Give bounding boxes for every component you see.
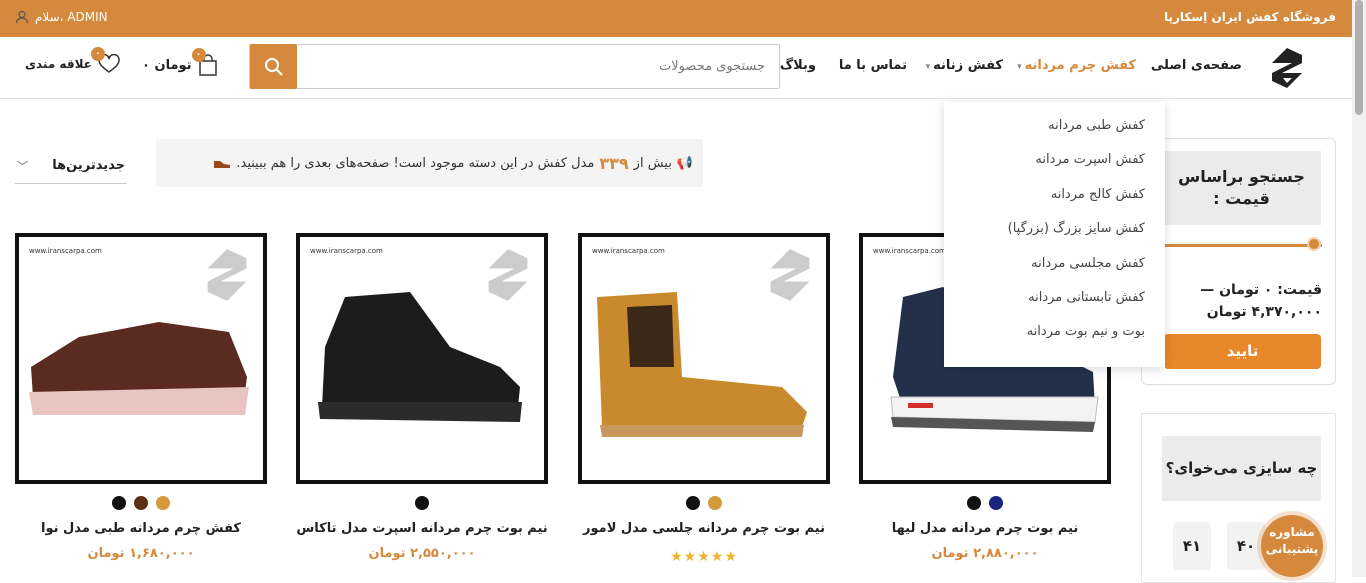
user-icon: [15, 10, 29, 24]
support-line1: مشاوره: [1269, 525, 1315, 539]
color-swatches: [578, 496, 830, 510]
support-chat-button[interactable]: مشاوره پشتیبانی: [1261, 515, 1323, 577]
store-name: فروشگاه کفش ایران اِسکارپا: [1163, 10, 1336, 24]
wishlist-label: علاقه مندی: [25, 57, 92, 71]
size-option[interactable]: ۴۰: [1227, 522, 1265, 570]
product-price: ۱,۶۸۰,۰۰۰ تومان: [87, 546, 195, 561]
logo-watermark-icon: [207, 249, 247, 301]
color-swatch[interactable]: [415, 496, 429, 510]
color-swatch[interactable]: [989, 496, 1003, 510]
logo-icon[interactable]: [1270, 47, 1304, 89]
rating-stars: ★★★★★: [670, 549, 738, 565]
cart-count-badge: ۰: [191, 48, 206, 62]
product-name[interactable]: نیم بوت چرم مردانه اسپرت مدل تاکاس: [296, 521, 548, 536]
price-range-line2: ۴,۳۷۰,۰۰۰ تومان: [1206, 304, 1322, 321]
nav-home[interactable]: صفحه‌ی اصلی: [1151, 58, 1242, 73]
product-price: ۲,۵۵۰,۰۰۰ تومان: [368, 546, 476, 561]
nav-men-leather-label: کفش چرم مردانه: [1024, 58, 1136, 73]
color-swatches: [15, 496, 267, 510]
wishlist-count-badge: ۰: [90, 47, 105, 61]
nav-women-label: کفش زنانه: [933, 58, 1003, 73]
chevron-down-icon: ▾: [1017, 62, 1022, 72]
notice-prefix: بیش از: [633, 155, 672, 171]
support-line2: پشتیبانی: [1265, 541, 1319, 556]
top-bar: فروشگاه کفش ایران اِسکارپا سلام، ADMIN: [0, 0, 1366, 37]
color-swatch[interactable]: [134, 496, 148, 510]
search-input[interactable]: [325, 45, 765, 88]
scrollbar-thumb[interactable]: [1355, 0, 1363, 115]
shoe-icon: [214, 161, 231, 168]
color-swatch[interactable]: [708, 496, 722, 510]
product-name[interactable]: کفش چرم مردانه طبی مدل نوا: [15, 521, 267, 536]
size-filter-title: چه سایزی می‌خوای؟: [1162, 436, 1321, 501]
price-slider-track[interactable]: [1162, 244, 1322, 247]
product-name[interactable]: نیم بوت چرم مردانه مدل لیها: [859, 521, 1111, 536]
product-price: ۲,۸۸۰,۰۰۰ تومان: [931, 546, 1039, 561]
dropdown-item[interactable]: کفش مجلسی مردانه: [944, 256, 1165, 290]
product-image[interactable]: www.iranscarpa.com: [578, 233, 830, 484]
nav-men-leather[interactable]: ▾ کفش چرم مردانه: [1017, 58, 1136, 73]
watermark-text: www.iranscarpa.com: [29, 247, 102, 255]
size-option[interactable]: ۴۱: [1173, 522, 1211, 570]
nav-women[interactable]: ▾ کفش زنانه: [926, 58, 1003, 73]
men-leather-dropdown: کفش طبی مردانه کفش اسپرت مردانه کفش کالج…: [944, 102, 1165, 367]
dropdown-item[interactable]: کفش سایز بزرگ (بزرگپا): [944, 221, 1165, 255]
color-swatches: [859, 496, 1111, 510]
color-swatch[interactable]: [686, 496, 700, 510]
watermark-text: www.iranscarpa.com: [592, 247, 665, 255]
category-notice: 📢 بیش از ۳۳۹ مدل کفش در این دسته موجود ا…: [156, 139, 703, 187]
search-box: [249, 44, 780, 89]
chevron-down-icon: ▾: [925, 62, 931, 72]
logo-watermark-icon: [488, 249, 528, 301]
dropdown-item[interactable]: کفش تابستانی مردانه: [944, 290, 1165, 324]
sort-selected: جدیدترین‌ها: [52, 158, 125, 173]
price-filter: جستجو براساس قیمت : قیمت: ۰ تومان — ۴,۳۷…: [1141, 138, 1336, 385]
price-range: قیمت: ۰ تومان — ۴,۳۷۰,۰۰۰ تومان: [1162, 279, 1322, 324]
search-icon: [264, 57, 283, 76]
megaphone-icon: 📢: [676, 155, 693, 171]
sort-select[interactable]: جدیدترین‌ها ﹀: [15, 150, 127, 184]
dropdown-item[interactable]: بوت و نیم بوت مردانه: [944, 324, 1165, 358]
main-header: صفحه‌ی اصلی ▾ کفش چرم مردانه ▾ کفش زنانه ت…: [0, 37, 1352, 99]
product-card[interactable]: www.iranscarpa.com کفش چرم مردانه طبی مد…: [15, 233, 267, 561]
notice-count: ۳۳۹: [599, 153, 629, 173]
price-filter-title: جستجو براساس قیمت :: [1162, 151, 1321, 225]
price-range-line1: قیمت: ۰ تومان —: [1200, 282, 1322, 298]
logo-watermark-icon: [770, 249, 810, 301]
product-image[interactable]: www.iranscarpa.com: [15, 233, 267, 484]
chevron-down-icon: ﹀: [17, 160, 28, 173]
color-swatches: [296, 496, 548, 510]
color-swatch[interactable]: [967, 496, 981, 510]
cart-total: ۰ تومان: [142, 57, 192, 73]
notice-suffix: مدل کفش در این دسته موجود است! صفحه‌های …: [236, 155, 595, 171]
cart[interactable]: ۰ تومان ۰: [142, 48, 220, 76]
watermark-text: www.iranscarpa.com: [873, 247, 946, 255]
dropdown-item[interactable]: کفش اسپرت مردانه: [944, 152, 1165, 186]
product-card[interactable]: www.iranscarpa.com نیم بوت چرم مردانه چل…: [578, 233, 830, 565]
scrollbar[interactable]: [1352, 0, 1366, 577]
product-name[interactable]: نیم بوت چرم مردانه چلسی مدل لامور: [578, 521, 830, 536]
product-card[interactable]: www.iranscarpa.com نیم بوت چرم مردانه اس…: [296, 233, 548, 561]
search-button[interactable]: [250, 44, 297, 89]
nav-blog[interactable]: وبلاگ: [780, 58, 816, 73]
user-greeting[interactable]: سلام، ADMIN: [15, 10, 108, 24]
dropdown-item[interactable]: کفش کالج مردانه: [944, 187, 1165, 221]
dropdown-item[interactable]: کفش طبی مردانه: [944, 118, 1165, 152]
watermark-text: www.iranscarpa.com: [310, 247, 383, 255]
color-swatch[interactable]: [112, 496, 126, 510]
wishlist[interactable]: علاقه مندی ۰: [25, 47, 120, 74]
price-slider-handle[interactable]: [1307, 237, 1321, 251]
nav-contact[interactable]: تماس با ما: [839, 58, 907, 73]
greeting-text: سلام، ADMIN: [35, 10, 108, 24]
color-swatch[interactable]: [156, 496, 170, 510]
apply-filter-button[interactable]: تایید: [1164, 334, 1321, 369]
product-image[interactable]: www.iranscarpa.com: [296, 233, 548, 484]
